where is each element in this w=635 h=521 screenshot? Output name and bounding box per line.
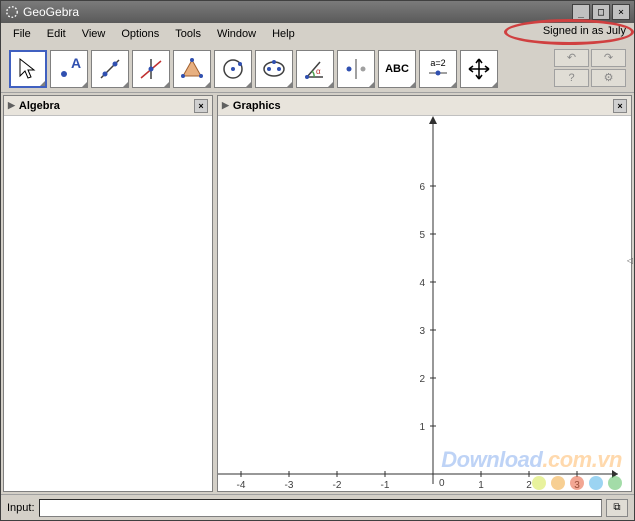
settings-button[interactable]: ⚙ [591,69,626,87]
chevron-down-icon [123,82,128,87]
chevron-down-icon [410,82,415,87]
expand-icon[interactable]: ▶ [222,100,229,111]
cursor-icon [15,56,41,82]
graph-canvas[interactable]: -4 -3 -2 -1 0 1 2 3 1 2 3 4 5 6 [218,116,631,491]
graphics-body[interactable]: -4 -3 -2 -1 0 1 2 3 1 2 3 4 5 6 [218,116,631,491]
algebra-body[interactable] [4,116,212,491]
line-tool[interactable] [91,50,129,88]
close-button[interactable]: × [612,4,630,20]
svg-text:5: 5 [419,230,425,241]
menu-view[interactable]: View [74,25,114,43]
chevron-down-icon [246,82,251,87]
svg-text:3: 3 [574,480,580,491]
graphics-header: ▶ Graphics × [218,96,631,116]
chevron-down-icon [82,82,87,87]
toolbar-right: ↶ ↷ ? ⚙ [554,49,626,89]
perpendicular-icon [138,56,164,82]
svg-text:4: 4 [419,278,425,289]
algebra-header: ▶ Algebra × [4,96,212,116]
algebra-close-button[interactable]: × [194,99,208,113]
circle-icon [220,56,246,82]
titlebar: GeoGebra _ □ × [1,1,634,23]
slider-icon: a=2 [427,58,449,80]
svg-text:1: 1 [478,480,484,491]
input-field[interactable] [39,499,602,517]
chevron-down-icon [451,82,456,87]
svg-text:2: 2 [526,480,532,491]
move-tool[interactable] [9,50,47,88]
angle-tool[interactable]: α [296,50,334,88]
main-area: ▶ Algebra × ▶ Graphics × -4 -3 -2 -1 0 1 2 3 1 2 3… [1,93,634,494]
ellipse-icon [261,56,287,82]
chevron-down-icon [205,82,210,87]
input-helper-button[interactable]: ⧉ [606,499,628,517]
menu-edit[interactable]: Edit [39,25,74,43]
redo-button[interactable]: ↷ [591,49,626,67]
expand-icon[interactable]: ▶ [8,100,15,111]
svg-text:-1: -1 [381,480,390,491]
help-button[interactable]: ? [554,69,589,87]
chevron-down-icon [492,82,497,87]
text-tool[interactable]: ABC [378,50,416,88]
chevron-down-icon [369,82,374,87]
point-tool[interactable]: A [50,50,88,88]
menu-help[interactable]: Help [264,25,303,43]
input-bar: Input: ⧉ [1,494,634,520]
window-controls: _ □ × [572,4,630,20]
svg-text:-3: -3 [285,480,294,491]
graphics-panel: ▶ Graphics × -4 -3 -2 -1 0 1 2 3 1 2 3 4 5 6 [217,95,632,492]
chevron-down-icon [328,82,333,87]
svg-text:A: A [71,56,81,71]
graphics-title: Graphics [233,100,281,112]
menu-file[interactable]: File [5,25,39,43]
algebra-panel: ▶ Algebra × [3,95,213,492]
polygon-tool[interactable] [173,50,211,88]
graphics-close-button[interactable]: × [613,99,627,113]
svg-text:-2: -2 [333,480,342,491]
perpendicular-tool[interactable] [132,50,170,88]
menubar: File Edit View Options Tools Window Help… [1,23,634,45]
reflect-icon [343,56,369,82]
menu-tools[interactable]: Tools [167,25,209,43]
app-window: GeoGebra _ □ × File Edit View Options To… [0,0,635,521]
chevron-down-icon [287,82,292,87]
line-icon [97,56,123,82]
chevron-down-icon [40,81,45,86]
move-graphics-tool[interactable] [460,50,498,88]
toolbar: A α ABC [1,45,634,93]
circle-tool[interactable] [214,50,252,88]
svg-text:2: 2 [419,374,425,385]
svg-text:1: 1 [419,422,425,433]
algebra-title: Algebra [19,100,60,112]
angle-icon: α [302,56,328,82]
app-icon [5,5,19,19]
polygon-icon [179,56,205,82]
maximize-button[interactable]: □ [592,4,610,20]
svg-text:-4: -4 [237,480,246,491]
svg-text:α: α [316,67,321,76]
undo-button[interactable]: ↶ [554,49,589,67]
slider-tool[interactable]: a=2 [419,50,457,88]
svg-text:6: 6 [419,182,425,193]
menu-options[interactable]: Options [113,25,167,43]
text-icon: ABC [385,63,409,75]
chevron-down-icon [164,82,169,87]
ellipse-tool[interactable] [255,50,293,88]
side-expand-handle[interactable]: ◁ [626,251,634,271]
svg-text:0: 0 [439,478,445,489]
minimize-button[interactable]: _ [572,4,590,20]
window-title: GeoGebra [23,5,572,19]
svg-text:3: 3 [419,326,425,337]
move-arrows-icon [466,56,492,82]
menu-window[interactable]: Window [209,25,264,43]
input-label: Input: [7,502,35,514]
reflect-tool[interactable] [337,50,375,88]
point-icon: A [56,56,82,82]
signed-in-label[interactable]: Signed in as July [543,25,626,37]
